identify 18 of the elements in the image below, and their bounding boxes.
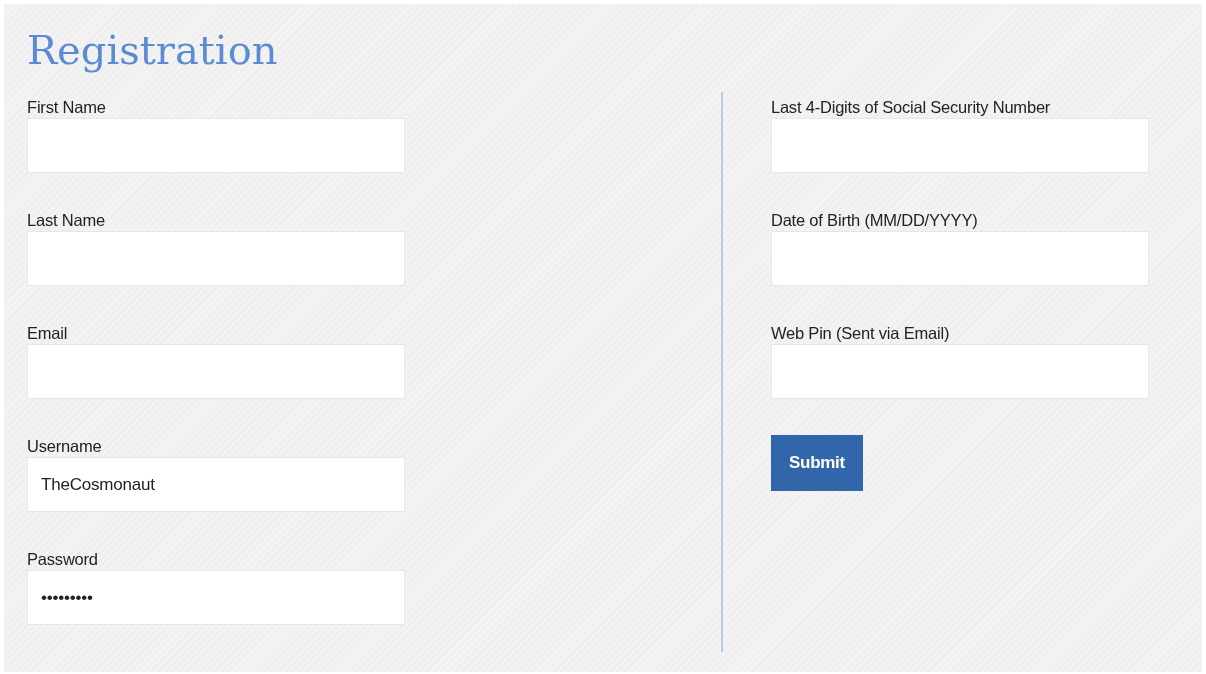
input-field[interactable] — [770, 344, 1149, 399]
input-field[interactable]: TheCosmonaut — [27, 457, 405, 512]
input-field[interactable] — [770, 118, 1149, 173]
field-label: Web Pin (Sent via Email) — [770, 323, 950, 344]
input-field[interactable] — [27, 344, 405, 399]
field-label: Password — [27, 549, 98, 570]
submit-button[interactable]: Submit — [770, 435, 863, 491]
field-label: Date of Birth (MM/DD/YYYY) — [770, 210, 978, 231]
input-field[interactable] — [770, 231, 1149, 286]
input-field[interactable] — [27, 118, 405, 173]
field-label: Email — [27, 323, 68, 344]
field-label: Username — [27, 436, 102, 457]
input-field[interactable] — [27, 231, 405, 286]
input-field[interactable]: ••••••••• — [27, 570, 405, 625]
field-label: Last Name — [27, 210, 105, 231]
field-label: Last 4-Digits of Social Security Number — [770, 97, 1051, 118]
page-title: Registration — [27, 26, 278, 75]
field-label: First Name — [27, 97, 106, 118]
